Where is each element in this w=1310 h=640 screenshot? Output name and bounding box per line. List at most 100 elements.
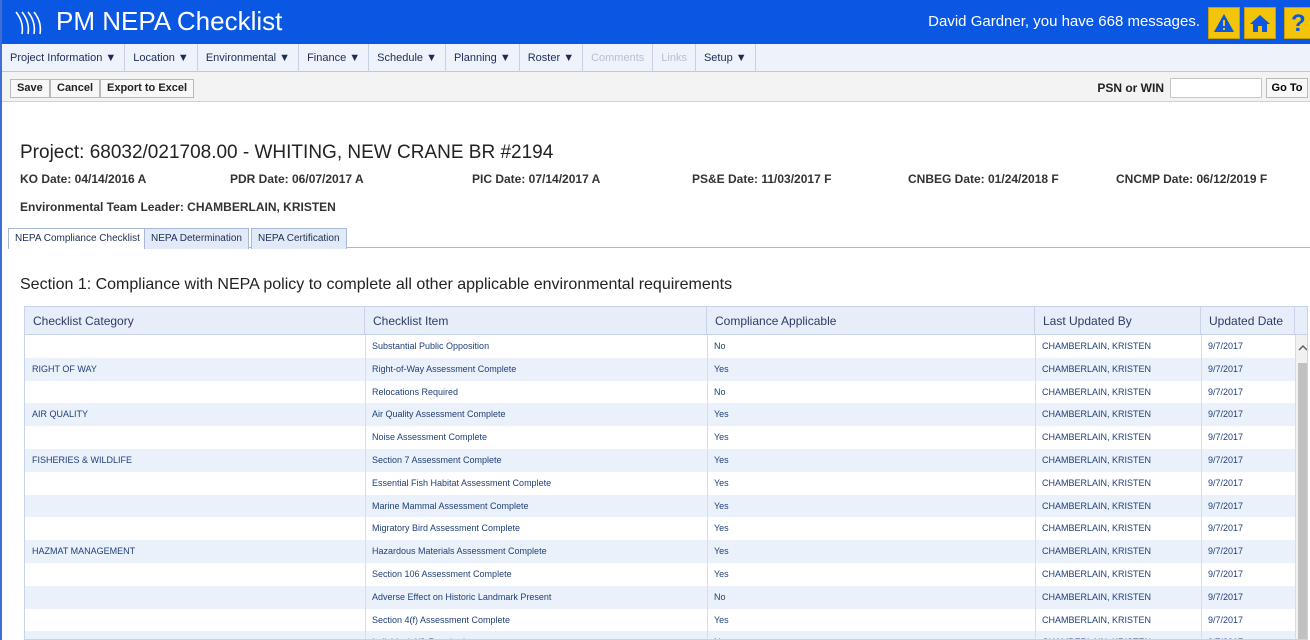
cell-updated-date: 9/7/2017 [1208,386,1244,397]
project-title: Project: 68032/021708.00 - WHITING, NEW … [20,142,554,163]
cell-item: Relocations Required [372,386,459,397]
cell-updated-by: CHAMBERLAIN, KRISTEN [1042,386,1152,397]
home-button[interactable] [1244,7,1276,39]
table-row[interactable]: Substantial Public Opposition No CHAMBERLA… [25,335,1295,358]
cell-compliance: No [714,591,726,602]
tab-nepa-certification[interactable]: NEPA Certification [251,228,347,249]
column-header-category[interactable]: Checklist Category [25,307,365,335]
cell-compliance: Yes [714,363,729,374]
cnbeg-date: CNBEG Date: 01/24/2018 F [908,172,1059,186]
column-header-updated-date[interactable]: Updated Date [1201,307,1295,335]
toolbar: Save Cancel Export to Excel PSN or WIN G… [2,72,1310,102]
table-row[interactable]: Marine Mammal Assessment Complete Yes CHAM… [25,494,1295,518]
save-button[interactable]: Save [10,79,50,98]
cell-compliance: Yes [714,409,729,420]
cell-updated-date: 9/7/2017 [1208,568,1244,579]
table-row[interactable]: Noise Assessment Complete Yes CHAMBERLAIN,… [25,426,1295,449]
cell-updated-date: 9/7/2017 [1208,546,1244,557]
table-row[interactable]: Section 106 Assessment Complete Yes CHAMBE… [25,563,1295,586]
cell-compliance: No [707,631,1035,639]
cell-updated-date: 9/7/2017 [1208,591,1244,602]
column-header-item[interactable]: Checklist Item [365,307,707,335]
cell-compliance: Yes [714,546,729,557]
export-to-excel-button[interactable]: Export to Excel [100,79,195,98]
cell-category [25,563,365,586]
cell-updated-by: CHAMBERLAIN, KRISTEN [1042,454,1152,465]
cell-updated-date: 9/7/2017 [1208,614,1244,625]
column-header-compliance[interactable]: Compliance Applicable [707,307,1035,335]
ko-date: KO Date: 04/14/2016 A [20,172,147,186]
table-body: Substantial Public Opposition No CHAMBERLA… [25,335,1295,639]
cell-updated-date: 9/7/2017 [1208,523,1244,534]
table-row[interactable]: Relocations Required No CHAMBERLAIN, KRIST… [25,381,1295,404]
cell-category: FISHERIES & WILDLIFE [32,454,133,465]
pse-date: PS&E Date: 11/03/2017 F [692,172,832,186]
menu-item-location[interactable]: Location ▼ [125,44,198,72]
cell-compliance: No [714,341,726,351]
table-row[interactable]: Individual 4(f) RequiredNoCHAMBERLAIN, K… [25,631,1295,639]
table-row[interactable]: RIGHT OF WAY Right-of-Way Assessment Comp… [25,357,1295,381]
cell-category [25,495,365,518]
chevron-up-icon[interactable] [1298,343,1308,353]
logo-icon [15,11,42,35]
psn-input[interactable] [1170,78,1262,98]
cell-item: Air Quality Assessment Complete [372,409,506,420]
cell-updated-by: CHAMBERLAIN, KRISTEN [1042,523,1152,534]
table-scrollbar[interactable] [1295,335,1308,639]
table-row[interactable]: Migratory Bird Assessment Complete Yes CHA… [25,517,1295,540]
cancel-button[interactable]: Cancel [50,79,101,98]
table-row[interactable]: FISHERIES & WILDLIFE Section 7 Assessment… [25,448,1295,472]
cell-updated-date: 9/7/2017 [1208,432,1244,443]
table-row[interactable]: HAZMAT MANAGEMENT Hazardous Materials Ass… [25,540,1295,563]
cell-category [25,586,365,609]
team-leader: Environmental Team Leader: CHAMBERLAIN, … [20,200,336,214]
help-icon: ? [1291,10,1306,37]
tab-nepa-determination[interactable]: NEPA Determination [144,228,249,249]
messages-link[interactable]: David Gardner, you have 668 messages. [928,12,1200,32]
cell-item: Migratory Bird Assessment Complete [372,523,521,534]
cell-updated-by: CHAMBERLAIN, KRISTEN [1042,432,1152,443]
cell-updated-by: CHAMBERLAIN, KRISTEN [1042,363,1152,374]
app-header: PM NEPA Checklist David Gardner, you hav… [2,0,1310,44]
table-row[interactable]: Adverse Effect on Historic Landmark Pres… [25,585,1295,609]
cell-updated-by: CHAMBERLAIN, KRISTEN [1042,546,1152,557]
cell-item: Hazardous Materials Assessment Complete [372,546,547,557]
menu-item-comments: Comments [583,44,654,72]
cell-item: Marine Mammal Assessment Complete [372,500,529,511]
menu-item-environmental[interactable]: Environmental ▼ [198,44,300,72]
tab-nepa-compliance-checklist[interactable]: NEPA Compliance Checklist [8,228,147,249]
cell-item: Right-of-Way Assessment Complete [372,363,517,374]
scrollbar-thumb[interactable] [1298,363,1307,639]
menu-item-schedule[interactable]: Schedule ▼ [369,44,446,72]
cell-updated-date: 9/7/2017 [1208,454,1244,465]
table-row[interactable]: Section 4(f) Assessment Complete Yes CHAMB… [25,609,1295,632]
cell-compliance: Yes [714,477,729,488]
help-button[interactable]: ? [1284,7,1310,39]
cell-item: Adverse Effect on Historic Landmark Pres… [372,591,552,602]
cell-item: Section 106 Assessment Complete [372,568,512,579]
cell-item: Section 4(f) Assessment Complete [372,614,511,625]
cell-category [25,335,365,358]
cell-item: Individual 4(f) Required [365,631,707,639]
cell-compliance: Yes [714,568,729,579]
cell-updated-by: CHAMBERLAIN, KRISTEN [1042,341,1152,351]
menu-item-planning[interactable]: Planning ▼ [446,44,520,72]
go-to-button[interactable]: Go To [1266,78,1308,98]
menu-item-roster[interactable]: Roster ▼ [520,44,584,72]
column-divider [1201,335,1202,639]
table-row[interactable]: Essential Fish Habitat Assessment Comple… [25,472,1295,495]
cell-compliance: No [714,386,726,397]
cell-updated-by: CHAMBERLAIN, KRISTEN [1042,591,1152,602]
alert-button[interactable] [1208,7,1240,39]
milestone-dates: KO Date: 04/14/2016 A PDR Date: 06/07/20… [20,172,1310,188]
cell-category: RIGHT OF WAY [32,363,97,374]
cell-category [25,631,365,639]
table-row[interactable]: AIR QUALITY Air Quality Assessment Comple… [25,403,1295,427]
cell-category [25,472,365,495]
column-header-updated-by[interactable]: Last Updated By [1035,307,1201,335]
menu-item-setup[interactable]: Setup ▼ [696,44,756,72]
menu-item-finance[interactable]: Finance ▼ [299,44,370,72]
menu-item-project-information[interactable]: Project Information ▼ [2,44,126,72]
cell-category [25,381,365,404]
pdr-date: PDR Date: 06/07/2017 A [230,172,364,186]
